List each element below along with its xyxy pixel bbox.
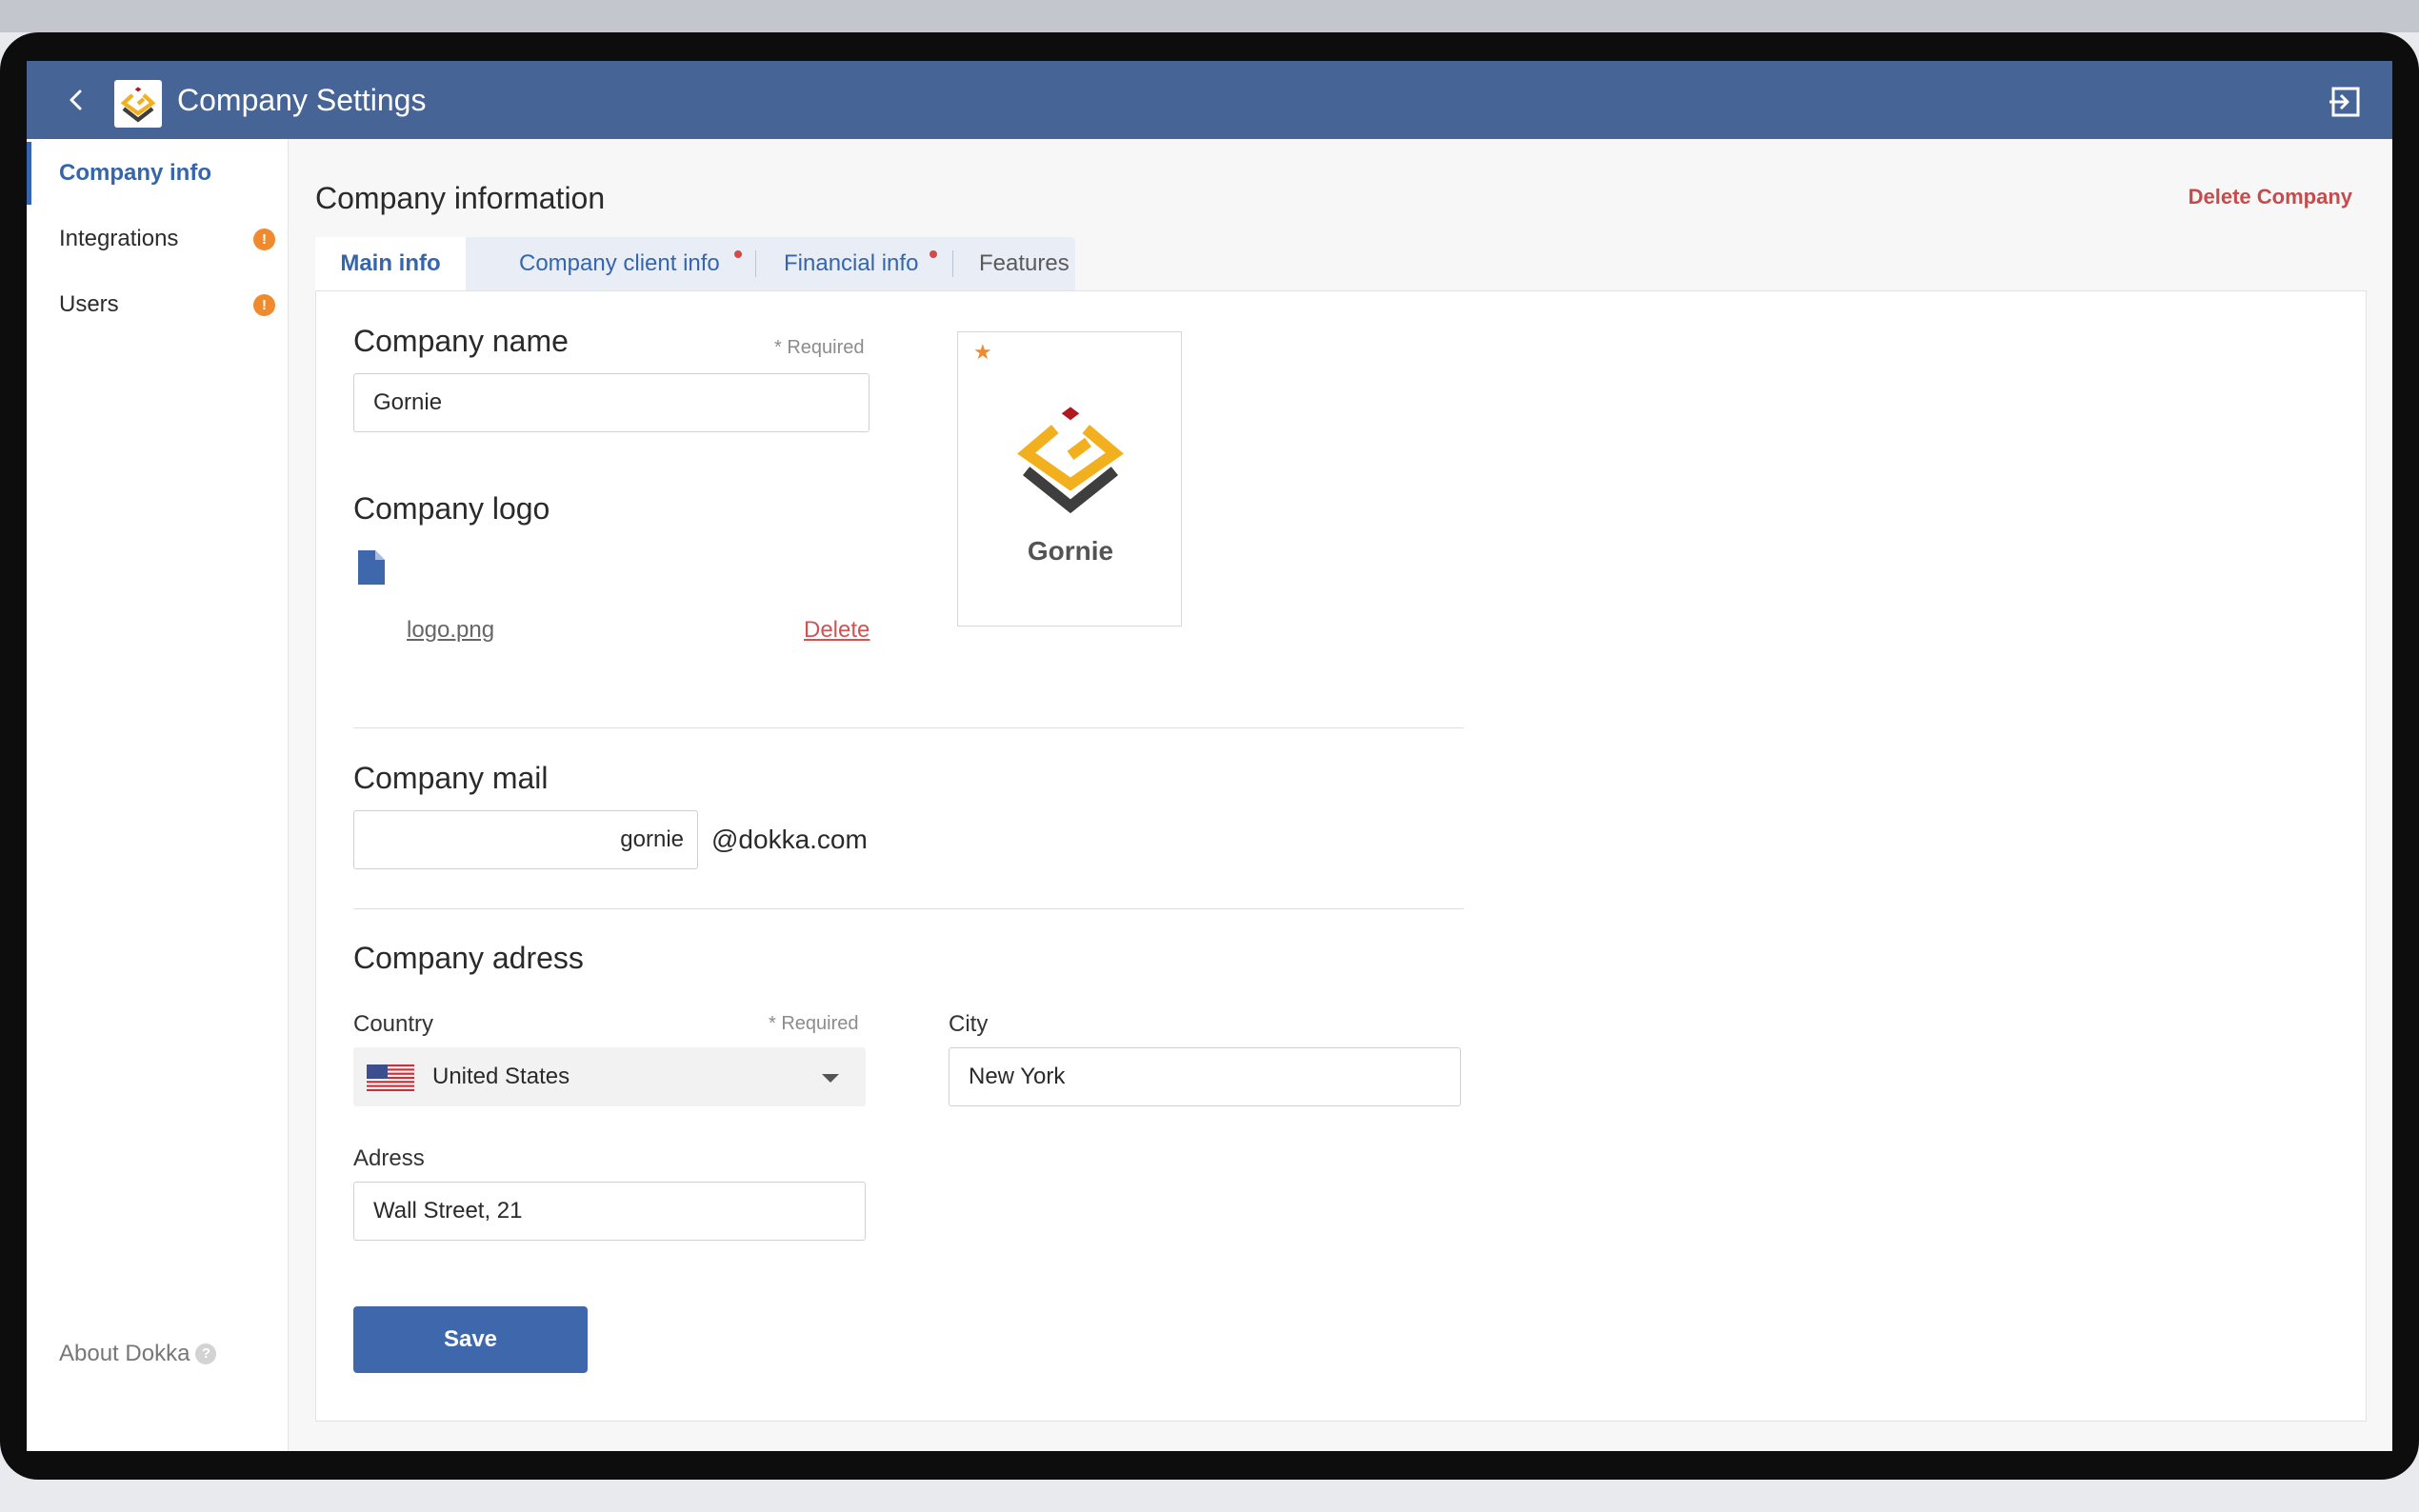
country-label: Country bbox=[353, 1011, 434, 1037]
save-button[interactable]: Save bbox=[353, 1306, 588, 1373]
city-input[interactable]: New York bbox=[949, 1047, 1461, 1106]
warning-icon: ! bbox=[253, 294, 275, 316]
warning-icon: ! bbox=[253, 229, 275, 250]
about-dokka-link[interactable]: About Dokka? bbox=[59, 1341, 217, 1367]
sidebar-item-integrations[interactable]: Integrations ! bbox=[27, 208, 289, 270]
required-label: * Required bbox=[774, 337, 865, 358]
company-address-heading: Company adress bbox=[353, 941, 584, 975]
file-icon bbox=[358, 550, 385, 585]
logout-icon bbox=[2329, 87, 2360, 117]
tab-label: Features bbox=[979, 250, 1070, 276]
main-info-panel: Company name * Required Gornie Company l… bbox=[315, 290, 2367, 1422]
address-label: Adress bbox=[353, 1145, 425, 1171]
mail-domain-label: @dokka.com bbox=[711, 825, 868, 854]
about-label: About Dokka bbox=[59, 1341, 190, 1366]
logout-button[interactable] bbox=[2326, 83, 2364, 121]
sidebar-item-label: Integrations bbox=[59, 226, 179, 251]
sidebar-item-company-info[interactable]: Company info bbox=[27, 142, 289, 205]
help-icon: ? bbox=[195, 1343, 217, 1364]
country-value: United States bbox=[432, 1064, 570, 1089]
tab-financial-info[interactable]: Financial info bbox=[784, 237, 918, 290]
address-input[interactable]: Wall Street, 21 bbox=[353, 1182, 866, 1241]
tab-label: Main info bbox=[340, 250, 441, 276]
sidebar-item-label: Users bbox=[59, 291, 119, 317]
country-select[interactable]: United States bbox=[353, 1047, 866, 1106]
tab-company-client-info[interactable]: Company client info bbox=[519, 237, 720, 290]
company-name-heading: Company name bbox=[353, 324, 569, 358]
tab-alert-dot bbox=[734, 250, 742, 258]
section-divider bbox=[353, 727, 1464, 728]
chevron-down-icon bbox=[822, 1074, 839, 1083]
logo-file-link[interactable]: logo.png bbox=[407, 617, 494, 644]
tab-main-info[interactable]: Main info bbox=[315, 237, 466, 290]
back-button[interactable] bbox=[59, 83, 93, 117]
top-bar: Company Settings bbox=[27, 61, 2392, 139]
app-screen: Company Settings Company info Integratio… bbox=[27, 61, 2392, 1451]
company-logo-icon bbox=[120, 87, 156, 123]
sidebar-item-label: Company info bbox=[59, 160, 211, 186]
tab-alert-dot bbox=[930, 250, 937, 258]
logo-preview-card: ★ Gornie bbox=[957, 331, 1182, 627]
logo-preview-name: Gornie bbox=[1027, 536, 1114, 566]
chevron-left-icon bbox=[70, 90, 82, 110]
company-logo-icon bbox=[1017, 407, 1124, 514]
company-logo-heading: Company logo bbox=[353, 491, 550, 526]
device-frame: Company Settings Company info Integratio… bbox=[0, 32, 2419, 1480]
required-label: * Required bbox=[769, 1013, 859, 1034]
star-icon: ★ bbox=[973, 340, 992, 364]
company-mail-heading: Company mail bbox=[353, 761, 549, 795]
tab-divider bbox=[952, 250, 953, 277]
tab-label: Financial info bbox=[784, 250, 919, 276]
page-header-title: Company Settings bbox=[177, 83, 427, 117]
tab-label: Company client info bbox=[519, 250, 720, 276]
company-logo bbox=[114, 80, 162, 128]
tab-bar: Main info Company client info Financial … bbox=[315, 237, 1075, 290]
section-divider bbox=[353, 908, 1464, 909]
sidebar: Company info Integrations ! Users ! Abou… bbox=[27, 139, 289, 1451]
city-label: City bbox=[949, 1011, 989, 1037]
company-name-input[interactable]: Gornie bbox=[353, 373, 870, 432]
us-flag-icon bbox=[367, 1064, 414, 1091]
page-title: Company information bbox=[315, 181, 606, 215]
tab-features[interactable]: Features bbox=[979, 237, 1070, 290]
delete-company-button[interactable]: Delete Company bbox=[2189, 185, 2352, 209]
sidebar-item-users[interactable]: Users ! bbox=[27, 273, 289, 336]
company-mail-input[interactable]: gornie bbox=[353, 810, 698, 869]
delete-logo-button[interactable]: Delete bbox=[804, 617, 870, 644]
tab-divider bbox=[755, 250, 756, 277]
